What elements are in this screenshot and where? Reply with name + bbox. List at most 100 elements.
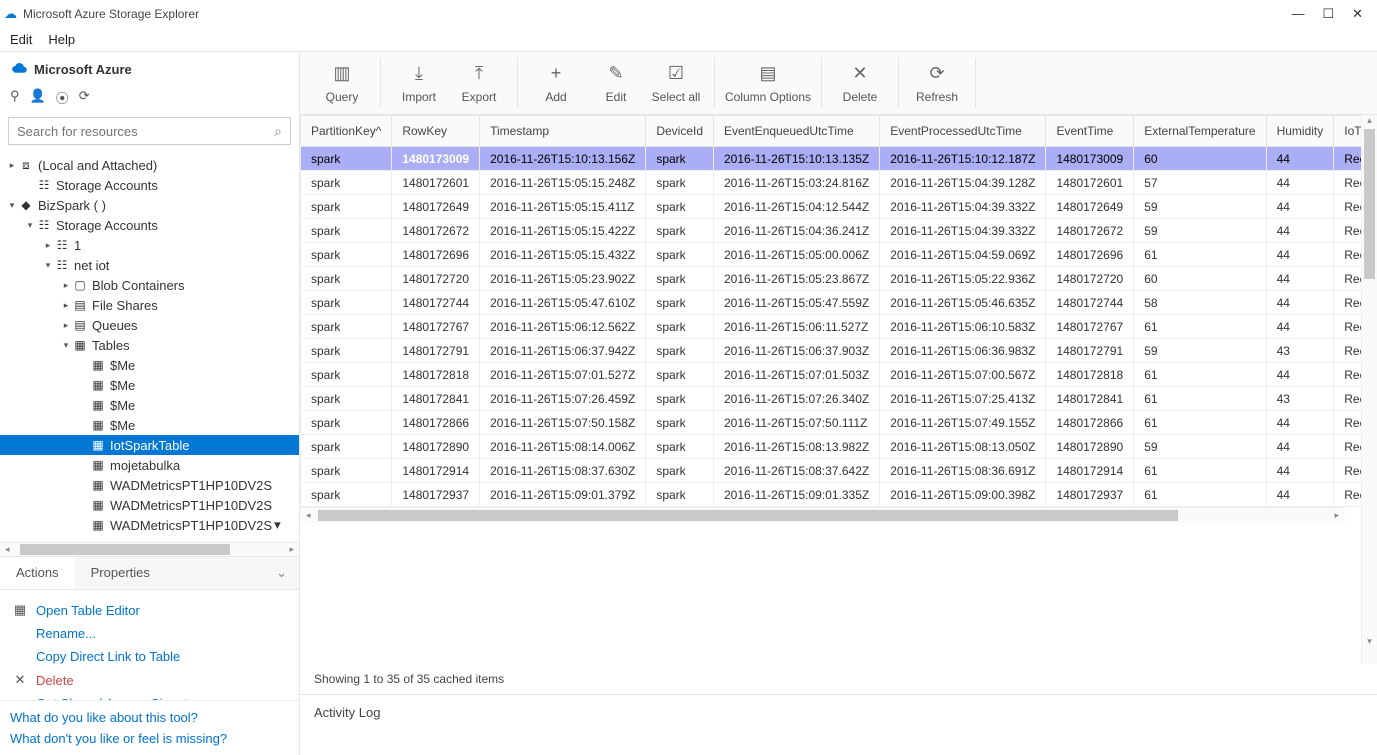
table-row[interactable]: spark14801727672016-11-26T15:06:12.562Zs…: [301, 315, 1362, 339]
action-item[interactable]: Copy Direct Link to Table: [12, 645, 287, 668]
globe-icon[interactable]: ⦿: [56, 88, 69, 107]
table-row[interactable]: spark14801729372016-11-26T15:09:01.379Zs…: [301, 483, 1362, 507]
table-row[interactable]: spark14801726962016-11-26T15:05:15.432Zs…: [301, 243, 1362, 267]
table-row[interactable]: spark14801727202016-11-26T15:05:23.902Zs…: [301, 267, 1362, 291]
feedback-missing[interactable]: What don't you like or feel is missing?: [10, 728, 289, 749]
tree-item[interactable]: ☷Storage Accounts: [0, 175, 299, 195]
toolbar-icon: ⤒: [475, 63, 483, 84]
tree-item[interactable]: ▸▢Blob Containers: [0, 275, 299, 295]
expand-arrow-icon[interactable]: ▾: [42, 260, 54, 271]
grid-hscrollbar[interactable]: ◂▸: [300, 507, 1345, 523]
column-header[interactable]: Humidity: [1266, 116, 1334, 147]
node-icon: ▦: [90, 458, 106, 472]
expand-arrow-icon[interactable]: ▸: [60, 280, 72, 291]
add-button[interactable]: +Add: [526, 58, 586, 108]
search-input[interactable]: ⌕: [8, 117, 291, 145]
tree-item[interactable]: ▸▤Queues: [0, 315, 299, 335]
column-options-button[interactable]: ▤Column Options: [723, 58, 813, 108]
table-row[interactable]: spark14801728412016-11-26T15:07:26.459Zs…: [301, 387, 1362, 411]
tree-item[interactable]: ▦$Me: [0, 395, 299, 415]
search-field[interactable]: [9, 124, 266, 139]
data-grid[interactable]: PartitionKey^RowKeyTimestampDeviceIdEven…: [300, 115, 1361, 507]
resource-tree[interactable]: ▸⧈(Local and Attached)☷Storage Accounts▾…: [0, 151, 299, 542]
table-row[interactable]: spark14801726012016-11-26T15:05:15.248Zs…: [301, 171, 1362, 195]
column-header[interactable]: RowKey: [392, 116, 480, 147]
tree-item[interactable]: ▸☷1: [0, 235, 299, 255]
tree-item[interactable]: ▾▦Tables: [0, 335, 299, 355]
cell: spark: [301, 387, 392, 411]
expand-arrow-icon[interactable]: ▾: [60, 340, 72, 351]
table-row[interactable]: spark14801728182016-11-26T15:07:01.527Zs…: [301, 363, 1362, 387]
expand-arrow-icon[interactable]: ▸: [42, 240, 54, 251]
cell: 1480172890: [392, 435, 480, 459]
node-label: $Me: [110, 358, 135, 373]
action-item[interactable]: Rename...: [12, 622, 287, 645]
close-button[interactable]: ✕: [1352, 6, 1363, 22]
cell: Record: [1334, 459, 1361, 483]
expand-arrow-icon[interactable]: ▾: [6, 200, 18, 211]
column-header[interactable]: EventTime: [1046, 116, 1134, 147]
tree-item[interactable]: ▦$Me: [0, 355, 299, 375]
tree-item[interactable]: ▾☷Storage Accounts: [0, 215, 299, 235]
plug-icon[interactable]: ⚲: [10, 88, 20, 107]
tree-item[interactable]: ▦WADMetricsPT1HP10DV2S ▾: [0, 515, 299, 535]
table-row[interactable]: spark14801729142016-11-26T15:08:37.630Zs…: [301, 459, 1362, 483]
action-item[interactable]: Get Shared Access Signature: [12, 692, 287, 700]
cell: 61: [1134, 459, 1266, 483]
tab-actions[interactable]: Actions: [0, 557, 75, 589]
tree-item[interactable]: ▦IotSparkTable: [0, 435, 299, 455]
tree-item[interactable]: ▦WADMetricsPT1HP10DV2S: [0, 475, 299, 495]
tree-item[interactable]: ▸▤File Shares: [0, 295, 299, 315]
tree-item[interactable]: ▦WADMetricsPT1HP10DV2S: [0, 495, 299, 515]
table-row[interactable]: spark14801728662016-11-26T15:07:50.158Zs…: [301, 411, 1362, 435]
search-icon[interactable]: ⌕: [266, 123, 290, 140]
table-row[interactable]: spark14801727442016-11-26T15:05:47.610Zs…: [301, 291, 1362, 315]
column-header[interactable]: IoTHub: [1334, 116, 1361, 147]
delete-button[interactable]: ✕Delete: [830, 58, 890, 108]
tree-hscrollbar[interactable]: ◂▸: [0, 542, 299, 556]
collapse-icon[interactable]: ⌄: [264, 557, 299, 589]
tree-item[interactable]: ▦mojetabulka: [0, 455, 299, 475]
menu-edit[interactable]: Edit: [10, 32, 32, 47]
cell: 2016-11-26T15:05:15.248Z: [480, 171, 646, 195]
tab-properties[interactable]: Properties: [75, 557, 166, 589]
query-button[interactable]: ▥Query: [312, 58, 372, 108]
tree-item[interactable]: ▦$Me: [0, 375, 299, 395]
column-header[interactable]: ExternalTemperature: [1134, 116, 1266, 147]
tree-item[interactable]: ▸⧈(Local and Attached): [0, 155, 299, 175]
import-button[interactable]: ⤓Import: [389, 58, 449, 108]
cell: spark: [646, 363, 714, 387]
tree-item[interactable]: ▾◆BizSpark ( ): [0, 195, 299, 215]
table-row[interactable]: spark14801728902016-11-26T15:08:14.006Zs…: [301, 435, 1362, 459]
maximize-button[interactable]: ☐: [1322, 6, 1334, 22]
refresh-button[interactable]: ⟳Refresh: [907, 58, 967, 108]
expand-arrow-icon[interactable]: ▸: [60, 320, 72, 331]
column-header[interactable]: DeviceId: [646, 116, 714, 147]
action-item[interactable]: ✕Delete: [12, 668, 287, 692]
minimize-button[interactable]: —: [1291, 6, 1304, 22]
menu-help[interactable]: Help: [48, 32, 75, 47]
column-header[interactable]: PartitionKey^: [301, 116, 392, 147]
expand-arrow-icon[interactable]: ▸: [6, 160, 18, 171]
toolbar-icon: ☑: [668, 63, 684, 84]
expand-arrow-icon[interactable]: ▾: [24, 220, 36, 231]
table-row[interactable]: spark14801726492016-11-26T15:05:15.411Zs…: [301, 195, 1362, 219]
table-row[interactable]: spark14801730092016-11-26T15:10:13.156Zs…: [301, 147, 1362, 171]
grid-vscrollbar[interactable]: ▴▾: [1361, 115, 1377, 664]
refresh-icon[interactable]: ⟳: [79, 88, 90, 107]
table-row[interactable]: spark14801727912016-11-26T15:06:37.942Zs…: [301, 339, 1362, 363]
feedback-like[interactable]: What do you like about this tool?: [10, 707, 289, 728]
cell: 57: [1134, 171, 1266, 195]
column-header[interactable]: EventProcessedUtcTime: [880, 116, 1046, 147]
user-icon[interactable]: 👤: [30, 88, 46, 107]
tree-item[interactable]: ▦$Me: [0, 415, 299, 435]
column-header[interactable]: EventEnqueuedUtcTime: [714, 116, 880, 147]
expand-arrow-icon[interactable]: ▸: [60, 300, 72, 311]
table-row[interactable]: spark14801726722016-11-26T15:05:15.422Zs…: [301, 219, 1362, 243]
action-item[interactable]: ▦Open Table Editor: [12, 598, 287, 622]
edit-button[interactable]: ✎Edit: [586, 58, 646, 108]
select-all-button[interactable]: ☑Select all: [646, 58, 706, 108]
tree-item[interactable]: ▾☷net iot: [0, 255, 299, 275]
export-button[interactable]: ⤒Export: [449, 58, 509, 108]
column-header[interactable]: Timestamp: [480, 116, 646, 147]
